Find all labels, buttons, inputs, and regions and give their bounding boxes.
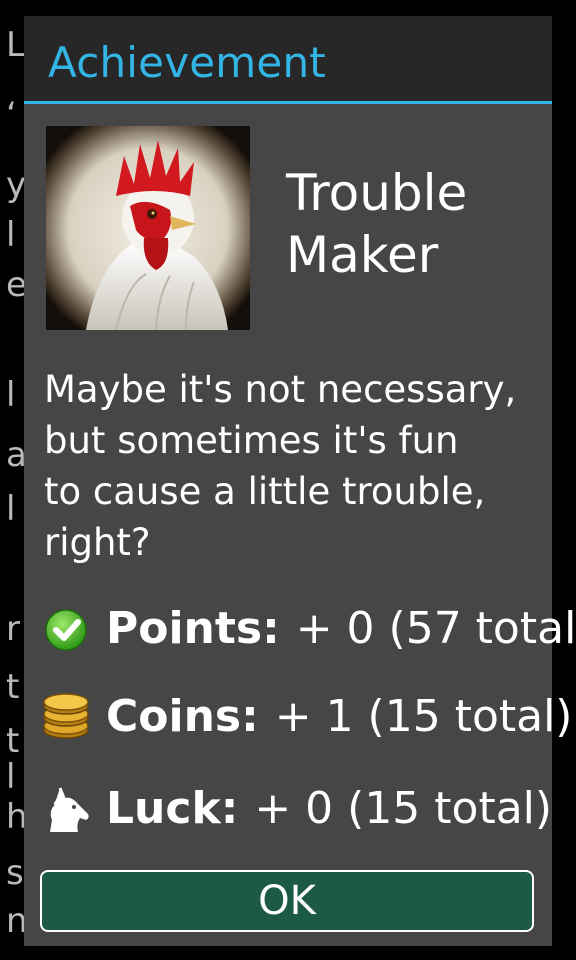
luck-label: Luck: bbox=[106, 782, 239, 834]
background-text: t bbox=[6, 721, 20, 761]
background-text: t bbox=[6, 667, 20, 707]
points-row: Points: + 0 (57 total) bbox=[38, 600, 576, 656]
background-text: r bbox=[6, 609, 20, 649]
rooster-portrait bbox=[46, 126, 250, 330]
achievement-name: Trouble Maker bbox=[286, 162, 467, 286]
achievement-image-rooster bbox=[46, 126, 250, 330]
background-text: l bbox=[6, 757, 16, 797]
background-text: l bbox=[6, 215, 16, 255]
background-text: l bbox=[6, 375, 16, 415]
achievement-description: Maybe it's not necessary, but sometimes … bbox=[44, 368, 517, 564]
achievement-name-line1: Trouble bbox=[286, 164, 468, 222]
dialog-header: Achievement bbox=[24, 16, 552, 104]
coins-icon bbox=[38, 688, 94, 744]
unicorn-icon bbox=[38, 780, 94, 836]
checkmark-icon bbox=[38, 600, 94, 656]
points-value: + 0 (57 total) bbox=[295, 602, 576, 654]
coins-label: Coins: bbox=[106, 690, 259, 742]
achievement-dialog: Achievement Trouble Maker Maybe it's not… bbox=[24, 16, 576, 946]
achievement-name-line2: Maker bbox=[286, 226, 439, 284]
luck-row: Luck: + 0 (15 total) bbox=[38, 780, 552, 836]
coins-value: + 1 (15 total) bbox=[274, 690, 573, 742]
background-text: l bbox=[6, 489, 16, 529]
background-text: L bbox=[6, 25, 25, 65]
dialog-title: Achievement bbox=[48, 38, 326, 87]
points-label: Points: bbox=[106, 602, 280, 654]
coins-row: Coins: + 1 (15 total) bbox=[38, 688, 572, 744]
ok-button[interactable]: OK bbox=[40, 870, 534, 932]
luck-value: + 0 (15 total) bbox=[254, 782, 553, 834]
background-text: s bbox=[6, 853, 24, 893]
background-text: ‘ bbox=[6, 95, 17, 135]
